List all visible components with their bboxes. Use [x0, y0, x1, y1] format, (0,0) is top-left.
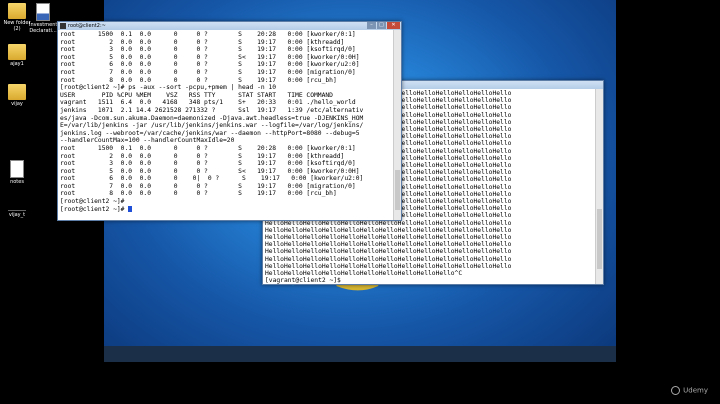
terminal-line: jenkins.log --webroot=/var/cache/jenkins… — [60, 129, 364, 137]
desktop-icons: New folder (2) Investment Declarati... a… — [0, 0, 57, 404]
minimize-button[interactable]: – — [367, 22, 376, 29]
terminal-line: HelloHelloHelloHelloHelloHelloHelloHello… — [265, 234, 512, 242]
terminal-line: --handlerCountMax=100 --handlerCountMaxI… — [60, 137, 235, 145]
terminal-line: E=/var/lib/jenkins -jar /usr/lib/jenkins… — [60, 122, 364, 130]
terminal-line: es/java -Dcom.sun.akuma.Daemon=daemonize… — [60, 114, 364, 122]
desktop-icon-label: vijay — [11, 101, 23, 107]
terminal-line: jenkins 1071 2.1 14.4 2621528 271332 ? S… — [60, 106, 364, 114]
terminal-prompt: [vagrant@client2 ~]$ — [265, 277, 345, 284]
close-button[interactable]: ✕ — [387, 22, 400, 29]
terminal-line: [root@client2 ~]# ps -aux --sort -pcpu,+… — [60, 84, 277, 92]
desktop-icon-ajay1[interactable]: ajay1 — [3, 44, 31, 67]
terminal-line: root 3 0.0 0.0 0 0 ? S 19:17 0:00 [ksoft… — [60, 160, 356, 168]
text-cursor — [128, 205, 133, 212]
folder-icon — [8, 3, 26, 19]
terminal-line: vagrant 1511 6.4 0.0 4168 348 pts/1 S+ 2… — [60, 99, 356, 107]
desktop-icon-new-folder[interactable]: New folder (2) — [3, 3, 31, 32]
udemy-logo-icon — [671, 386, 681, 395]
terminal-icon — [60, 23, 66, 29]
folder-icon — [8, 84, 26, 100]
terminal-line: root 7 0.0 0.0 0 0 ? S 19:17 0:00 [migra… — [60, 182, 356, 190]
terminal-line: USER PID %CPU %MEM VSZ RSS TTY STAT STAR… — [60, 91, 333, 99]
terminal-line: root 8 0.0 0.0 0 0 ? S 19:17 0:00 [rcu_b… — [60, 76, 337, 84]
terminal-line: root 3 0.0 0.0 0 0 ? S 19:17 0:00 [ksoft… — [60, 46, 356, 54]
desktop-icon-label: Investment Declarati... — [29, 22, 58, 34]
desktop-icon-label: New folder (2) — [3, 20, 31, 32]
desktop-icon-label: vijay_t — [8, 212, 26, 218]
desktop-icon-notes[interactable]: notes — [3, 160, 31, 185]
terminal-titlebar: root@client2:~ – □ ✕ — [58, 22, 401, 30]
shortcut-icon — [8, 200, 26, 211]
terminal-line: HelloHelloHelloHelloHelloHelloHelloHello… — [265, 255, 512, 263]
terminal-line: HelloHelloHelloHelloHelloHelloHelloHello… — [265, 241, 512, 249]
scrollbar[interactable] — [595, 89, 603, 284]
text-file-icon — [10, 160, 24, 178]
taskbar — [104, 346, 616, 362]
maximize-button[interactable]: □ — [377, 22, 386, 29]
terminal-output[interactable]: root 1500 0.1 0.0 0 0 ? S 20:28 0:00 [kw… — [58, 30, 394, 220]
terminal-line: root 5 0.0 0.0 0 0 ? S< 19:17 0:00 [kwor… — [60, 167, 360, 175]
desktop-icon-vijay-t[interactable]: vijay_t — [3, 200, 31, 218]
udemy-watermark: Udemy — [671, 386, 708, 395]
desktop-icon-label: ajay1 — [10, 61, 24, 67]
terminal-line: root 2 0.0 0.0 0 0 ? S 19:17 0:00 [kthre… — [60, 38, 345, 46]
window-title: root@client2:~ — [68, 23, 106, 29]
document-icon — [36, 3, 50, 21]
terminal-line: root 1500 0.1 0.0 0 0 ? S 20:28 0:00 [kw… — [60, 31, 356, 38]
terminal-line: root 7 0.0 0.0 0 0 ? S 19:17 0:00 [migra… — [60, 68, 356, 76]
terminal-line: root 6 0.0 0.0 0 0 ? S 19:17 0:00 [kwork… — [60, 61, 360, 69]
terminal-line: HelloHelloHelloHelloHelloHelloHelloHello… — [265, 262, 512, 270]
terminal-line: HelloHelloHelloHelloHelloHelloHelloHello… — [265, 226, 512, 234]
terminal-line: root 1500 0.1 0.0 0 0 ? S 20:28 0:00 [kw… — [60, 144, 356, 152]
terminal-line: root 8 0.0 0.0 0 0 ? S 19:17 0:00 [rcu_b… — [60, 190, 337, 198]
desktop-icon-investment[interactable]: Investment Declarati... — [29, 3, 57, 34]
desktop-icon-vijay[interactable]: vijay — [3, 84, 31, 107]
desktop-icon-label: notes — [10, 179, 24, 185]
folder-icon — [8, 44, 26, 60]
terminal-line: [root@client2 ~]# — [60, 198, 129, 206]
terminal-line: HelloHelloHelloHelloHelloHelloHelloHello… — [265, 248, 512, 256]
terminal-line: root 5 0.0 0.0 0 0 ? S< 19:17 0:00 [kwor… — [60, 53, 360, 61]
terminal-line: [root@client2 ~]# — [60, 205, 392, 214]
terminal-line: root 2 0.0 0.0 0 0 ? S 19:17 0:00 [kthre… — [60, 152, 345, 160]
terminal-window-root[interactable]: root@client2:~ – □ ✕ root 1500 0.1 0.0 0… — [57, 21, 402, 221]
terminal-line: root 6 0.0 0.0 0 0| 0 ? S 19:17 0:00 [kw… — [60, 175, 364, 183]
terminal-line: HelloHelloHelloHelloHelloHelloHelloHello… — [265, 270, 463, 278]
scrollbar[interactable] — [393, 30, 401, 220]
